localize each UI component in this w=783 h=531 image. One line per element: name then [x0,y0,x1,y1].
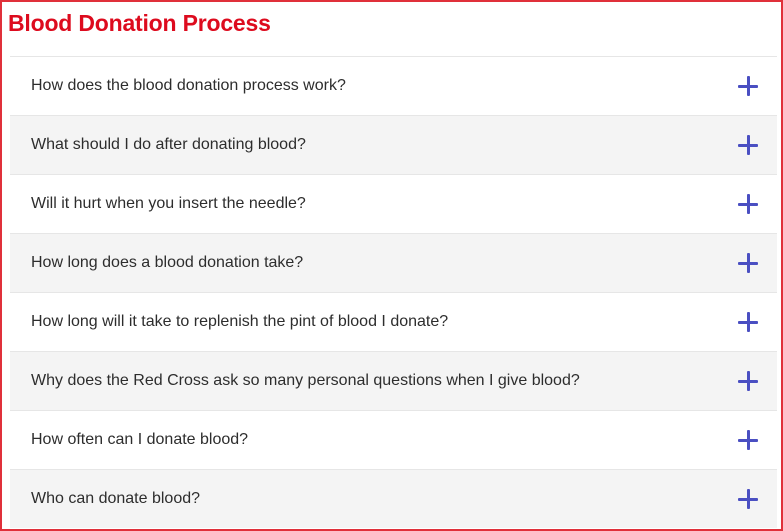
plus-icon[interactable] [738,194,758,214]
faq-item[interactable]: How long does a blood donation take? [10,233,777,292]
plus-icon[interactable] [738,312,758,332]
faq-question: Why does the Red Cross ask so many perso… [31,372,580,389]
faq-item[interactable]: What should I do after donating blood? [10,115,777,174]
faq-panel: Blood Donation Process How does the bloo… [0,0,783,531]
plus-icon[interactable] [738,253,758,273]
plus-icon[interactable] [738,371,758,391]
faq-item[interactable]: Will it hurt when you insert the needle? [10,174,777,233]
faq-question: How long will it take to replenish the p… [31,313,449,330]
faq-question: What should I do after donating blood? [31,136,306,153]
faq-item[interactable]: Who can donate blood? [10,469,777,528]
plus-icon[interactable] [738,135,758,155]
page-title: Blood Donation Process [8,10,271,36]
plus-icon[interactable] [738,430,758,450]
plus-icon[interactable] [738,489,758,509]
plus-icon[interactable] [738,76,758,96]
faq-question: Who can donate blood? [31,490,201,507]
faq-item[interactable]: How does the blood donation process work… [10,56,777,115]
faq-question: Will it hurt when you insert the needle? [31,195,306,212]
faq-question: How long does a blood donation take? [31,254,304,271]
faq-item[interactable]: How often can I donate blood? [10,410,777,469]
faq-question: How does the blood donation process work… [31,77,346,94]
faq-list: How does the blood donation process work… [10,56,777,528]
faq-question: How often can I donate blood? [31,431,249,448]
faq-item[interactable]: How long will it take to replenish the p… [10,292,777,351]
faq-item[interactable]: Why does the Red Cross ask so many perso… [10,351,777,410]
